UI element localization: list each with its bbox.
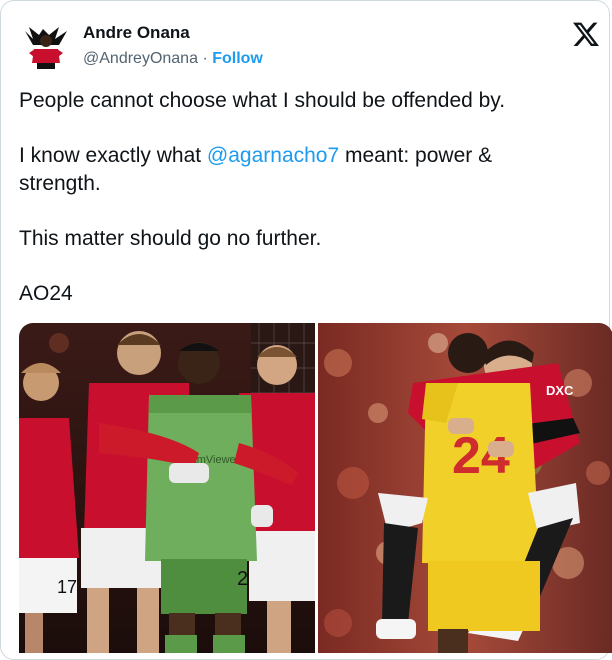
- tweet-line-3: This matter should go no further.: [19, 227, 322, 250]
- separator: ·: [202, 50, 208, 67]
- mention-link[interactable]: @agarnacho7: [207, 144, 339, 167]
- handle[interactable]: @AndreyOnana: [83, 50, 198, 67]
- tweet-card: Andre Onana @AndreyOnana · Follow People…: [0, 0, 612, 660]
- avatar[interactable]: [19, 19, 73, 73]
- author-names: Andre Onana @AndreyOnana · Follow: [83, 23, 263, 70]
- photo-hug[interactable]: DXC 24: [318, 323, 612, 653]
- tweet-line-2-pre: I know exactly what: [19, 144, 207, 167]
- jersey-number-left: 17: [57, 577, 77, 597]
- tweet-header: Andre Onana @AndreyOnana · Follow: [19, 15, 599, 75]
- handle-row: @AndreyOnana · Follow: [83, 48, 263, 70]
- photo-celebration[interactable]: 17 TeamViewer 2: [19, 323, 315, 653]
- tweet-line-1: People cannot choose what I should be of…: [19, 89, 506, 112]
- tweet-line-2: I know exactly what @agarnacho7 meant: p…: [19, 142, 579, 198]
- media-grid: 17 TeamViewer 2 DXC 24: [19, 323, 612, 653]
- tweet-text: People cannot choose what I should be of…: [19, 87, 579, 335]
- x-logo-icon[interactable]: [573, 21, 599, 47]
- display-name[interactable]: Andre Onana: [83, 23, 263, 43]
- tweet-line-4: AO24: [19, 282, 73, 305]
- jersey-number-gk: 2: [237, 568, 248, 590]
- sponsor-right: DXC: [546, 383, 574, 398]
- follow-button[interactable]: Follow: [212, 50, 263, 67]
